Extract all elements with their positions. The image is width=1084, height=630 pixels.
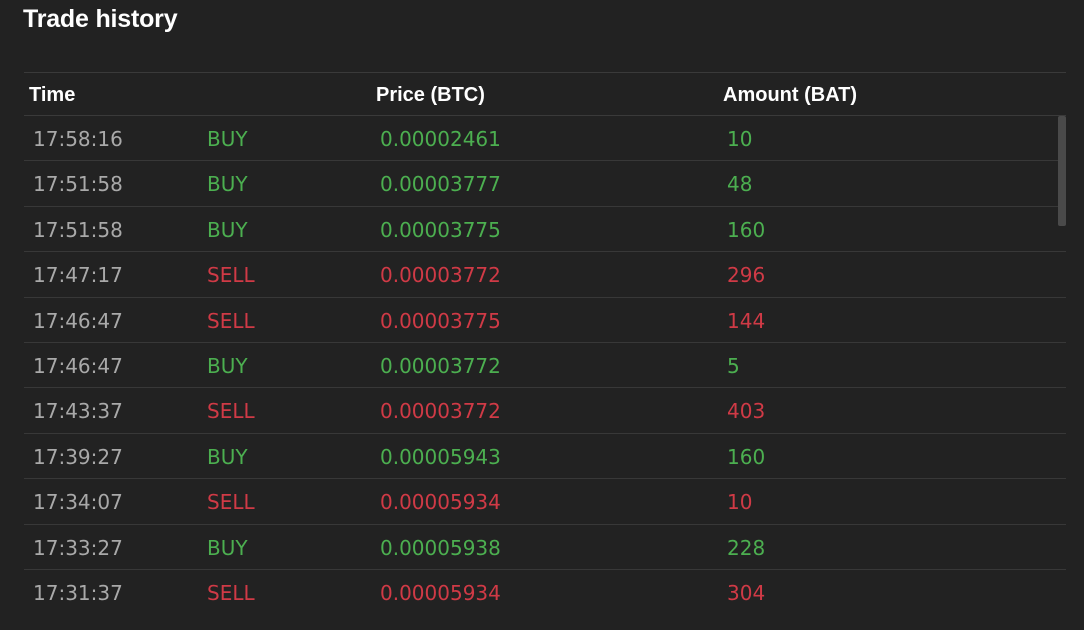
table-header: Time Price (BTC) Amount (BAT) [24,73,1066,116]
trade-price: 0.00003775 [380,217,501,242]
trade-row: 17:58:16 BUY 0.00002461 10 [24,116,1066,162]
trade-time: 17:47:17 [33,263,123,288]
trade-time: 17:33:27 [33,535,123,560]
trade-amount: 160 [727,217,766,242]
trade-amount: 304 [727,580,766,605]
trade-price: 0.00003772 [380,263,501,288]
trade-side: SELL [207,263,255,288]
trade-side: BUY [207,353,248,378]
trade-row: 17:39:27 BUY 0.00005943 160 [24,434,1066,480]
trade-row: 17:46:47 BUY 0.00003772 5 [24,343,1066,389]
trade-time: 17:58:16 [33,127,123,151]
trade-time: 17:46:47 [33,308,123,333]
trade-price: 0.00003772 [380,353,501,378]
trade-time: 17:51:58 [33,172,123,197]
trade-row: 17:51:58 BUY 0.00003775 160 [24,207,1066,253]
trade-side: BUY [207,535,248,560]
trade-side: BUY [207,444,248,469]
scrollbar-thumb[interactable] [1058,116,1066,226]
panel-title: Trade history [23,5,178,33]
column-header-amount: Amount (BAT) [723,84,858,106]
trade-row: 17:34:07 SELL 0.00005934 10 [24,479,1066,525]
column-header-price: Price (BTC) [376,84,485,106]
trade-amount: 296 [727,263,766,288]
trade-time: 17:51:58 [33,217,123,242]
trade-time: 17:46:47 [33,353,123,378]
trade-row: 17:33:27 BUY 0.00005938 228 [24,525,1066,570]
trade-side: SELL [207,308,255,333]
trade-side: BUY [207,217,248,242]
trade-amount: 144 [727,308,766,333]
trade-price: 0.00005943 [380,444,501,469]
trade-price: 0.00002461 [380,127,501,151]
trade-amount: 228 [727,535,766,560]
trade-amount: 5 [727,353,740,378]
trade-list[interactable]: 17:58:16 BUY 0.00002461 10 17:51:58 BUY 0.0000… [24,116,1066,615]
trade-row: 17:47:17 SELL 0.00003772 296 [24,252,1066,298]
column-header-time: Time [29,84,76,106]
trade-amount: 403 [727,399,766,424]
trade-side: BUY [207,172,248,197]
trade-amount: 160 [727,444,766,469]
trade-side: SELL [207,399,255,424]
trade-price: 0.00003775 [380,308,501,333]
trade-price: 0.00003777 [380,172,501,197]
trade-side: SELL [207,580,255,605]
trade-row: 17:46:47 SELL 0.00003775 144 [24,298,1066,343]
trade-price: 0.00005938 [380,535,501,560]
trade-amount: 48 [727,172,753,197]
trade-price: 0.00003772 [380,399,501,424]
trade-price: 0.00005934 [380,580,501,605]
trade-row: 17:43:37 SELL 0.00003772 403 [24,388,1066,434]
trade-amount: 10 [727,490,753,515]
trade-time: 17:34:07 [33,490,123,515]
trade-time: 17:43:37 [33,399,123,424]
trade-side: SELL [207,490,255,515]
trade-time: 17:31:37 [33,580,123,605]
trade-price: 0.00005934 [380,490,501,515]
trade-side: BUY [207,127,248,151]
trade-history-panel: Trade history Time Price (BTC) Amount (B… [0,0,1084,630]
trade-row: 17:31:37 SELL 0.00005934 304 [24,570,1066,615]
trade-time: 17:39:27 [33,444,123,469]
trade-amount: 10 [727,127,753,151]
trade-row: 17:51:58 BUY 0.00003777 48 [24,161,1066,207]
